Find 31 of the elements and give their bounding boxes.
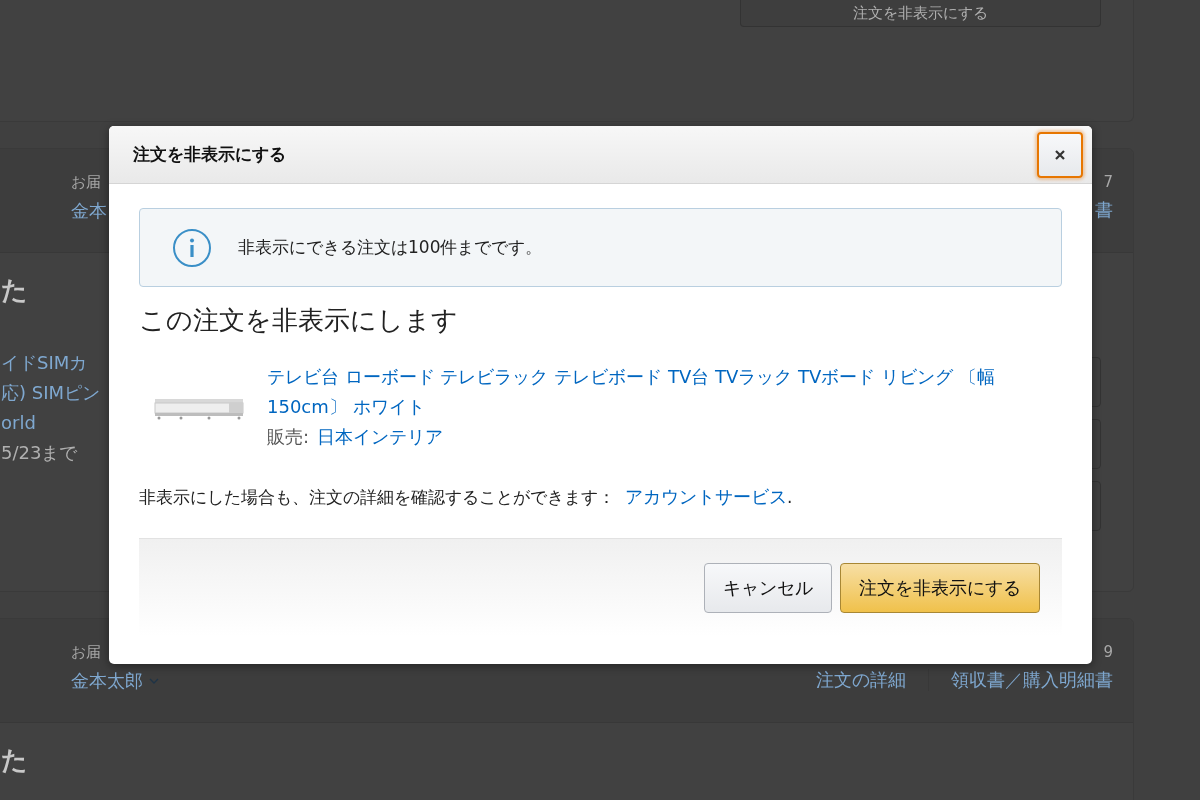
- product-link[interactable]: イドSIMカ: [1, 348, 100, 378]
- dialog-title: 注文を非表示にする: [133, 143, 286, 166]
- order-number: 9: [1103, 643, 1113, 661]
- caret-icon: [149, 678, 159, 684]
- product-link[interactable]: 応) SIMピン: [1, 378, 100, 408]
- account-service-link[interactable]: アカウントサービス: [625, 482, 787, 512]
- close-icon: [1054, 148, 1066, 161]
- product-link[interactable]: orld: [1, 408, 100, 438]
- delivery-label: お届: [71, 643, 102, 662]
- period-text: .: [787, 487, 793, 507]
- info-icon: [172, 227, 212, 268]
- delivery-text: 5/23まで: [1, 441, 79, 465]
- order-link[interactable]: 領収書／購入明細書: [951, 665, 1113, 695]
- info-message: 非表示にできる注文は100件までです。: [238, 236, 543, 259]
- seller-label: 販売:: [267, 425, 310, 449]
- recipient-link[interactable]: 金本: [71, 196, 107, 226]
- order-status: た: [1, 745, 28, 775]
- product-link[interactable]: テレビ台 ローボード テレビラック テレビボード TV台 TVラック TVボード リビング 〔幅150cm〕 ホワイト: [267, 362, 1037, 422]
- delivery-label: お届: [71, 173, 102, 192]
- cancel-button[interactable]: キャンセル: [704, 562, 832, 613]
- seller-link[interactable]: 日本インテリア: [317, 422, 444, 452]
- hide-order-button[interactable]: 注文を非表示にする: [840, 562, 1040, 613]
- close-button[interactable]: [1037, 131, 1083, 178]
- order-link[interactable]: 注文の詳細: [816, 665, 906, 695]
- order-number: 7: [1103, 173, 1113, 191]
- dialog-heading: この注文を非表示にします: [139, 304, 459, 337]
- hide-order-button[interactable]: 注文を非表示にする: [740, 0, 1101, 27]
- order-status: た: [1, 275, 28, 305]
- note-text: 非表示にした場合も、注文の詳細を確認することができます：: [139, 486, 615, 509]
- order-link[interactable]: 書: [1095, 195, 1113, 225]
- recipient-link[interactable]: 金本太郎: [71, 666, 143, 696]
